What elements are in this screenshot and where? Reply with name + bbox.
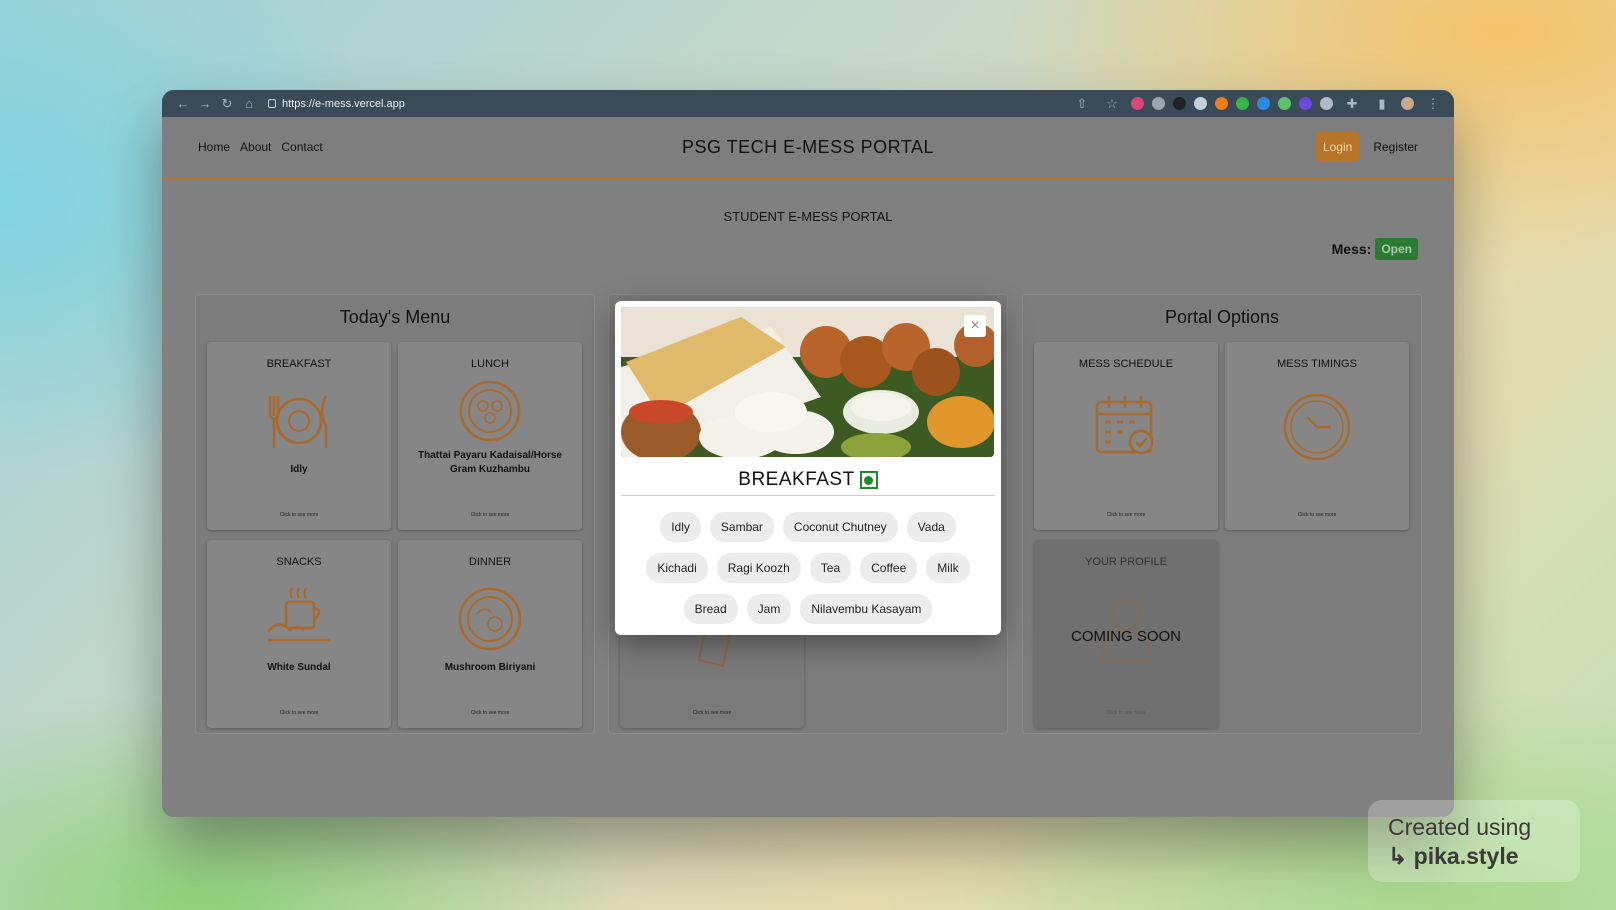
browser-toolbar: ← → ↻ ⌂ https://e-mess.vercel.app ⇧ ☆ ✚ …	[162, 90, 1454, 117]
mess-status: Mess: Open	[1332, 238, 1418, 260]
menu-items-list: Idly Sambar Coconut Chutney Vada Kichadi…	[635, 512, 981, 624]
card-more-link[interactable]: Click to see more	[207, 512, 391, 518]
lock-icon	[268, 99, 276, 108]
menu-item-chip: Idly	[660, 512, 701, 542]
card-item: Idly	[290, 464, 308, 475]
mess-status-label: Mess:	[1331, 241, 1372, 257]
breakfast-modal: × BREAKFAST Idly Sambar Coconut Chutney …	[615, 301, 1001, 635]
card-more-link[interactable]: Click to see more	[398, 710, 582, 716]
menu-item-chip: Ragi Koozh	[716, 553, 801, 583]
extension-icon[interactable]	[1194, 97, 1207, 110]
extensions-bar: ⇧ ☆ ✚ ▮ ⋮	[1071, 96, 1444, 112]
menu-item-chip: Milk	[926, 553, 970, 583]
kebab-menu-icon[interactable]: ⋮	[1422, 96, 1444, 112]
extension-icon[interactable]	[1257, 97, 1270, 110]
dinner-plate-icon	[458, 587, 522, 651]
calendar-check-icon	[1095, 396, 1154, 455]
avatar[interactable]	[1401, 97, 1414, 110]
watermark: Created using ↳ pika.style	[1368, 800, 1580, 882]
divider	[621, 495, 995, 496]
modal-title-text: BREAKFAST	[738, 469, 855, 490]
portal-options-title: Portal Options	[1164, 307, 1280, 327]
card-heading: DINNER	[468, 556, 512, 568]
dinner-card[interactable]: DINNER Mushroom Biriyani Click to see mo…	[398, 540, 582, 728]
menu-item-chip: Jam	[746, 594, 792, 624]
menu-item-chip: Bread	[683, 594, 738, 624]
watermark-line2: ↳ pika.style	[1388, 843, 1560, 870]
reload-icon[interactable]: ↻	[216, 96, 238, 112]
portal-options-panel: Portal Options MESS SCHEDULE Click to se…	[1022, 294, 1422, 734]
extension-icon[interactable]	[1278, 97, 1291, 110]
puzzle-icon[interactable]: ✚	[1341, 96, 1363, 112]
menu-item-chip: Coconut Chutney	[782, 512, 898, 542]
extension-icon[interactable]	[1320, 97, 1333, 110]
breakfast-food-image: ×	[621, 307, 994, 457]
veg-indicator-icon	[859, 471, 878, 489]
extension-icon[interactable]	[1152, 97, 1165, 110]
menu-item-chip: Sambar	[709, 512, 774, 542]
site-title: PSG TECH E-MESS PORTAL	[681, 136, 935, 157]
card-more-link[interactable]: Click to see more	[620, 710, 804, 716]
breakfast-plate-icon	[268, 395, 328, 448]
menu-item-chip: Tea	[809, 553, 852, 583]
todays-menu-title: Today's Menu	[339, 307, 451, 327]
menu-item-chip: Vada	[906, 512, 956, 542]
card-heading: YOUR PROFILE	[1085, 556, 1167, 568]
card-item: Mushroom Biriyani	[444, 662, 536, 673]
register-link[interactable]: Register	[1373, 140, 1418, 154]
card-item: White Sundal	[267, 662, 331, 673]
nav-about-link[interactable]: About	[240, 140, 271, 154]
status-badge: Open	[1375, 238, 1418, 260]
todays-menu-panel: Today's Menu BREAKFAST Idly Click to see…	[195, 294, 595, 734]
nav-contact-link[interactable]: Contact	[281, 140, 322, 154]
menu-item-chip: Nilavembu Kasayam	[800, 594, 933, 624]
card-item: Thattai Payaru Kadaisal/Horse Gram Kuzha…	[418, 450, 562, 475]
nav-links: Home About Contact	[198, 140, 323, 154]
share-icon[interactable]: ⇧	[1071, 96, 1093, 112]
extension-icon[interactable]	[1299, 97, 1312, 110]
breakfast-card[interactable]: BREAKFAST Idly Click to see more	[207, 342, 391, 530]
address-bar[interactable]: https://e-mess.vercel.app	[268, 98, 405, 110]
lunch-card[interactable]: LUNCH Thattai Payaru Kadaisal/Horse Gram…	[398, 342, 582, 530]
card-more-link[interactable]: Click to see more	[1225, 512, 1409, 518]
modal-title: BREAKFAST	[615, 469, 1001, 491]
close-icon[interactable]: ×	[964, 315, 986, 337]
card-more-link[interactable]: Click to see more	[207, 710, 391, 716]
extension-icon[interactable]	[1236, 97, 1249, 110]
extension-icon[interactable]	[1173, 97, 1186, 110]
portal-subtitle: STUDENT E-MESS PORTAL	[723, 209, 893, 224]
card-heading: MESS TIMINGS	[1277, 358, 1357, 370]
url-text: https://e-mess.vercel.app	[282, 97, 405, 110]
menu-item-chip: Coffee	[860, 553, 918, 583]
return-arrow-icon: ↳	[1388, 843, 1414, 869]
login-button[interactable]: Login	[1315, 132, 1360, 162]
forward-arrow-icon[interactable]: →	[194, 96, 216, 111]
card-more-link[interactable]: Click to see more	[1034, 710, 1218, 716]
card-heading: SNACKS	[276, 556, 322, 568]
home-icon[interactable]: ⌂	[238, 96, 260, 111]
extension-icon[interactable]	[1215, 97, 1228, 110]
your-profile-card[interactable]: YOUR PROFILE COMING SOON Click to see mo…	[1034, 540, 1218, 728]
lunch-plate-icon	[459, 380, 521, 442]
card-more-link[interactable]: Click to see more	[1034, 512, 1218, 518]
back-arrow-icon[interactable]: ←	[172, 96, 194, 111]
mess-timings-card[interactable]: MESS TIMINGS Click to see more	[1225, 342, 1409, 530]
clock-icon	[1283, 393, 1351, 461]
tea-snack-icon	[266, 587, 330, 642]
coming-soon-overlay: COMING SOON	[1070, 628, 1181, 645]
star-icon[interactable]: ☆	[1101, 96, 1123, 112]
menu-item-chip: Kichadi	[646, 553, 708, 583]
card-heading: LUNCH	[471, 358, 509, 370]
sidebar-icon[interactable]: ▮	[1371, 96, 1393, 112]
top-navbar: Home About Contact PSG TECH E-MESS PORTA…	[162, 117, 1454, 179]
nav-home-link[interactable]: Home	[198, 140, 230, 154]
mess-schedule-card[interactable]: MESS SCHEDULE Click to see more	[1034, 342, 1218, 530]
snacks-card[interactable]: SNACKS White Sundal Click to see more	[207, 540, 391, 728]
card-more-link[interactable]: Click to see more	[398, 512, 582, 518]
extension-icon[interactable]	[1131, 97, 1144, 110]
watermark-line1: Created using	[1388, 814, 1532, 840]
card-heading: MESS SCHEDULE	[1078, 358, 1174, 370]
watermark-brand: pika.style	[1413, 843, 1519, 869]
card-heading: BREAKFAST	[266, 358, 332, 370]
